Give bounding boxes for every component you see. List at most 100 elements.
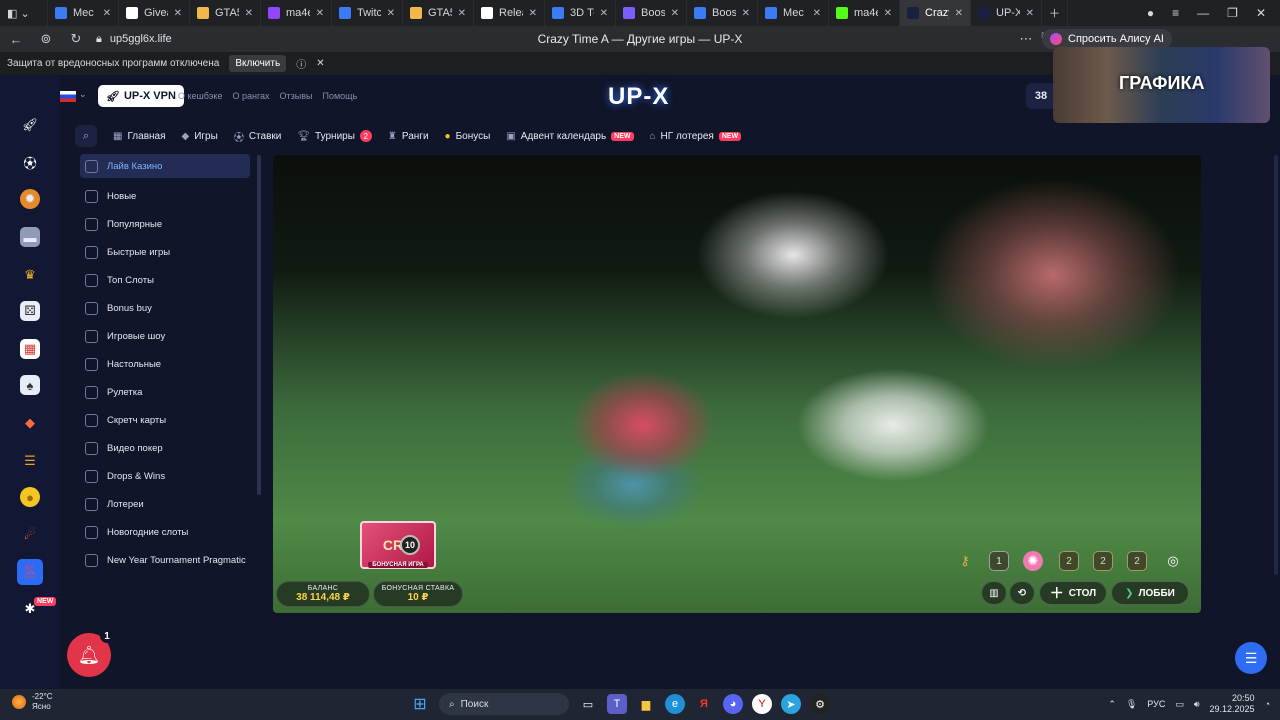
- enable-protection-button[interactable]: Включить: [229, 55, 287, 72]
- notifications-button[interactable]: 🔔︎ 1: [67, 629, 114, 677]
- sidebar-item[interactable]: Лайв Казино: [80, 154, 250, 178]
- tab-close-icon[interactable]: ✕: [600, 8, 608, 19]
- network-icon[interactable]: ▭: [1175, 699, 1184, 710]
- browser-tab[interactable]: Boostex ✕: [687, 0, 758, 26]
- sidebar-item[interactable]: Игровые шоу: [80, 322, 250, 350]
- close-icon[interactable]: ✕: [316, 58, 324, 69]
- tab-close-icon[interactable]: ✕: [813, 8, 821, 19]
- profile-icon[interactable]: ●: [1147, 6, 1154, 20]
- browser-tab[interactable]: Releases ✕: [474, 0, 545, 26]
- url-field[interactable]: 🔒︎ up5ggl6x.life: [96, 33, 172, 46]
- minimize-icon[interactable]: —: [1197, 6, 1209, 20]
- browser-tab[interactable]: Boostex Bl ✕: [616, 0, 687, 26]
- nav-item[interactable]: ♜ Ранги: [388, 129, 429, 144]
- multiplier-chip[interactable]: 2: [1059, 551, 1079, 571]
- nav-item[interactable]: 🏆︎ Турниры 2: [297, 129, 372, 144]
- table-button[interactable]: ＋ СТОЛ: [1039, 581, 1107, 605]
- vpn-button[interactable]: 🚀︎ UP-X VPN: [98, 85, 184, 107]
- windows-start-icon[interactable]: ⊞: [410, 694, 430, 714]
- lobby-button[interactable]: ❯ ЛОББИ: [1111, 581, 1189, 605]
- dice-icon[interactable]: ⚄: [20, 301, 40, 321]
- new-tab-button[interactable]: ＋: [1042, 0, 1068, 26]
- nav-item[interactable]: ⚽︎ Ставки: [234, 129, 282, 144]
- tab-close-icon[interactable]: ✕: [671, 8, 679, 19]
- sidebar-item[interactable]: Видео покер: [80, 434, 250, 462]
- header-balance[interactable]: 38: [1026, 83, 1056, 109]
- sidebar-item[interactable]: Новогодние слоты: [80, 518, 250, 546]
- nav-item[interactable]: ⌂ НГ лотерея NEW: [650, 129, 742, 144]
- repeat-button[interactable]: ⟲: [1009, 581, 1035, 605]
- nav-item[interactable]: ● Бонусы: [445, 129, 491, 144]
- nav-item[interactable]: ◆ Игры: [182, 129, 218, 144]
- rocket-icon[interactable]: 🚀︎: [20, 115, 40, 135]
- folder-icon[interactable]: ▆: [636, 694, 656, 714]
- ticket-icon[interactable]: ◆: [20, 413, 40, 433]
- sidebar-item[interactable]: Bonus buy: [80, 294, 250, 322]
- steam-icon[interactable]: ⚙︎: [810, 694, 830, 714]
- taskbar-search[interactable]: ⌕ Поиск: [439, 693, 569, 715]
- more-icon[interactable]: ⋯: [1016, 31, 1036, 47]
- site-logo[interactable]: UP-X: [608, 83, 669, 111]
- tab-close-icon[interactable]: ✕: [529, 8, 537, 19]
- calendar-icon[interactable]: ▦: [20, 339, 40, 359]
- tab-close-icon[interactable]: ✕: [103, 8, 111, 19]
- clock[interactable]: 20:50 29.12.2025: [1210, 693, 1255, 715]
- tab-close-icon[interactable]: ✕: [316, 8, 324, 19]
- cherry-icon[interactable]: 🍒︎: [17, 559, 43, 585]
- browser-tab[interactable]: GTA5RP: F ✕: [403, 0, 474, 26]
- top-link[interactable]: О рангах: [232, 91, 269, 101]
- multiplier-chip[interactable]: 2: [1093, 551, 1113, 571]
- ladder-icon[interactable]: ☰: [20, 451, 40, 471]
- sidebar-item[interactable]: Популярные: [80, 210, 250, 238]
- chevron-down-icon[interactable]: ⌄: [79, 89, 87, 100]
- tab-close-icon[interactable]: ✕: [174, 8, 182, 19]
- tab-close-icon[interactable]: ✕: [884, 8, 892, 19]
- tab-close-icon[interactable]: ✕: [458, 8, 466, 19]
- browser-tab[interactable]: Мес ✕: [758, 0, 829, 26]
- chat-button[interactable]: ☰: [1235, 642, 1267, 674]
- top-link[interactable]: Отзывы: [280, 91, 313, 101]
- multiplier-chip[interactable]: 2: [1127, 551, 1147, 571]
- multiplier-chip[interactable]: 1: [989, 551, 1009, 571]
- tab-close-icon[interactable]: ✕: [955, 8, 963, 19]
- edge-icon[interactable]: e: [665, 694, 685, 714]
- target-icon[interactable]: ◎: [1163, 551, 1183, 571]
- picture-in-picture-overlay[interactable]: ГРАФИКА: [1053, 47, 1270, 123]
- top-link[interactable]: О кешбэке: [178, 91, 222, 101]
- yandex-icon[interactable]: Я: [694, 694, 714, 714]
- cards-icon[interactable]: ♠: [20, 375, 40, 395]
- yandex-browser-icon[interactable]: Y: [752, 694, 772, 714]
- browser-tab[interactable]: 3D Текстол ✕: [545, 0, 616, 26]
- browser-tab[interactable]: Twitch | Со ✕: [332, 0, 403, 26]
- crown-icon[interactable]: ♛: [20, 265, 40, 285]
- sidebar-item[interactable]: Лотереи: [80, 490, 250, 518]
- shield-icon[interactable]: ⊚: [36, 31, 56, 47]
- reload-icon[interactable]: ↻: [66, 31, 86, 47]
- nav-item[interactable]: ▦ Главная: [113, 129, 166, 144]
- wheel-icon[interactable]: ✹: [20, 189, 40, 209]
- sidebar-item[interactable]: Быстрые игры: [80, 238, 250, 266]
- candy-icon[interactable]: ✺: [1023, 551, 1043, 571]
- discord-icon[interactable]: ◕: [723, 694, 743, 714]
- tab-close-icon[interactable]: ✕: [387, 8, 395, 19]
- microphone-icon[interactable]: 🎙︎: [1126, 699, 1137, 710]
- page-scrollbar[interactable]: [1274, 155, 1278, 575]
- sidebar-item[interactable]: Настольные: [80, 350, 250, 378]
- telegram-icon[interactable]: ➤: [781, 694, 801, 714]
- search-icon[interactable]: ⌕: [75, 125, 97, 147]
- browser-tab[interactable]: Crazy Ti ✕: [900, 0, 971, 26]
- top-link[interactable]: Помощь: [323, 91, 358, 101]
- teams-icon[interactable]: T: [607, 694, 627, 714]
- browser-tab[interactable]: ma4etklm ✕: [261, 0, 332, 26]
- tab-close-icon[interactable]: ✕: [742, 8, 750, 19]
- browser-tab[interactable]: Giveaway ✕: [119, 0, 190, 26]
- bonus-game-badge[interactable]: CRA 10 БОНУСНАЯ ИГРА: [360, 521, 436, 569]
- stats-button[interactable]: ▥: [981, 581, 1007, 605]
- sidebar-scrollbar[interactable]: [257, 155, 261, 495]
- restore-icon[interactable]: ❐: [1227, 6, 1238, 20]
- meteor-icon[interactable]: ☄: [20, 525, 40, 545]
- volume-icon[interactable]: 🔊︎: [1194, 699, 1200, 710]
- help-icon[interactable]: ⓘ: [296, 56, 306, 71]
- chevron-up-icon[interactable]: ⌃: [1108, 699, 1116, 710]
- game-frame[interactable]: CRA 10 БОНУСНАЯ ИГРА БАЛАНС 38 114,48 ₽ …: [273, 155, 1201, 613]
